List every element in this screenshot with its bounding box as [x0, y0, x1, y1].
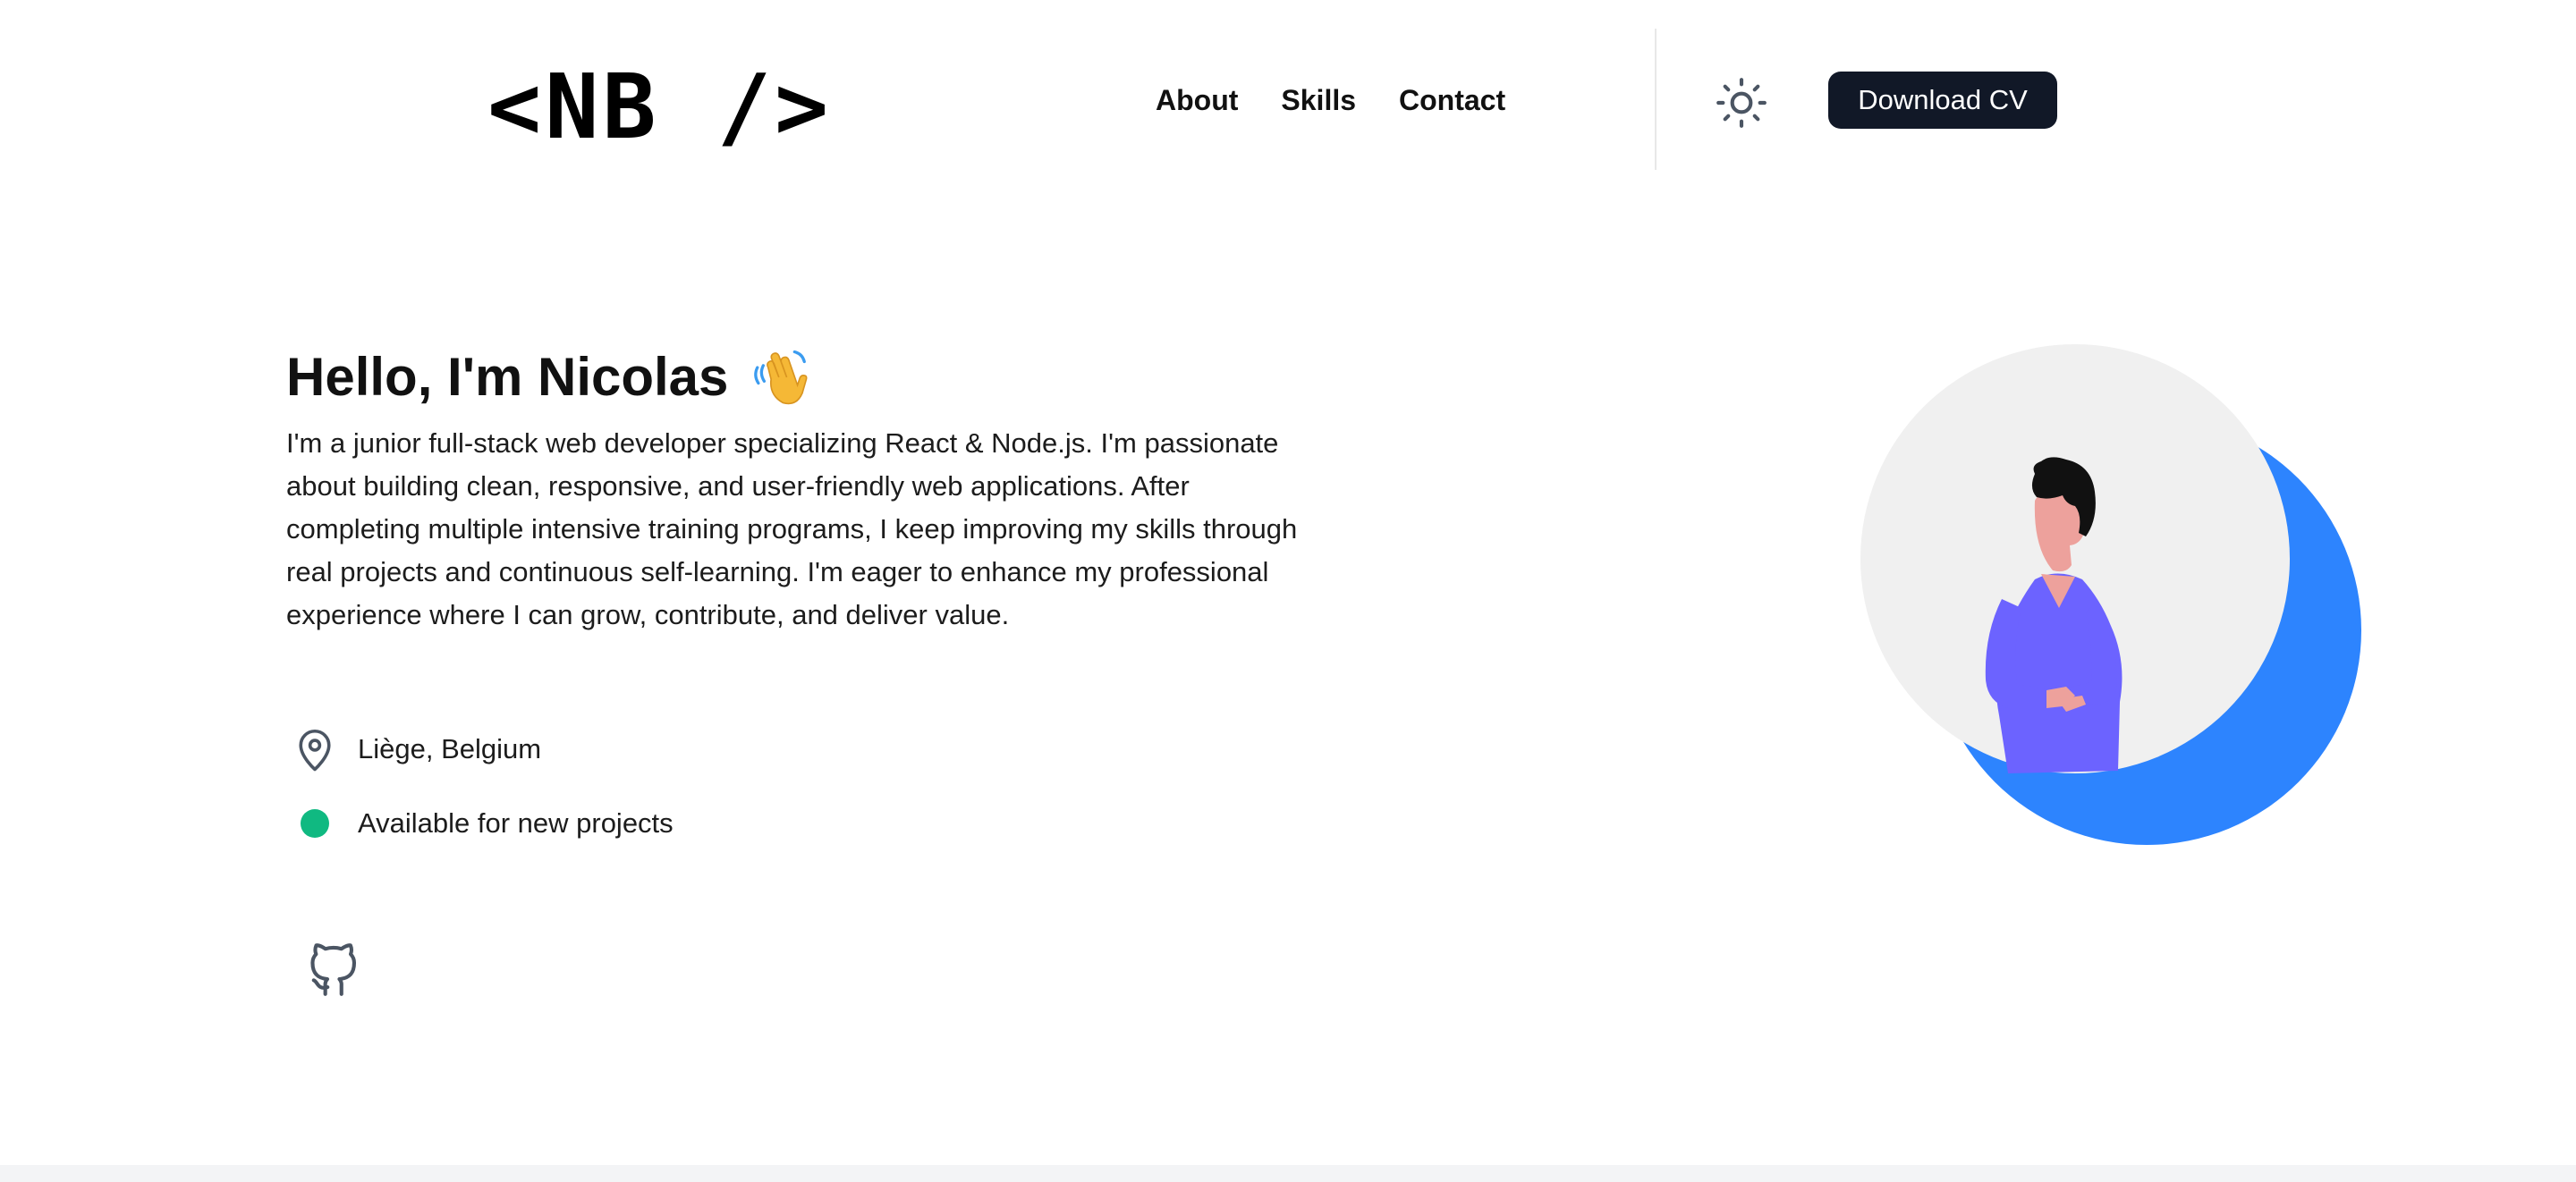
- map-pin-icon: [299, 730, 331, 772]
- availability-status-dot: [301, 809, 329, 838]
- sun-icon: [1716, 78, 1767, 128]
- hero-title: Hello, I'm Nicolas: [286, 345, 812, 409]
- site-logo[interactable]: <NB />: [487, 63, 832, 152]
- theme-toggle-button[interactable]: [1710, 72, 1773, 134]
- nav-link-contact[interactable]: Contact: [1399, 84, 1505, 117]
- nav-link-about[interactable]: About: [1156, 84, 1238, 117]
- hero-description: I'm a junior full-stack web developer sp…: [286, 427, 1298, 630]
- github-icon: [310, 943, 357, 996]
- portfolio-page: <NB /> About Skills Contact Download CV: [0, 0, 2576, 1182]
- availability-row: Available for new projects: [288, 797, 674, 850]
- hero-illustration: [1860, 344, 2361, 845]
- availability-text: Available for new projects: [358, 807, 674, 839]
- location-row: Liège, Belgium: [288, 722, 541, 776]
- github-link[interactable]: [302, 939, 367, 1003]
- main-nav: About Skills Contact: [1156, 80, 1505, 120]
- download-cv-button[interactable]: Download CV: [1828, 72, 2057, 129]
- hero-title-text: Hello, I'm Nicolas: [286, 347, 729, 407]
- nav-link-skills[interactable]: Skills: [1281, 84, 1356, 117]
- footer-strip: [0, 1165, 2576, 1182]
- header-divider: [1655, 29, 1657, 170]
- location-text: Liège, Belgium: [358, 733, 542, 764]
- waving-hand-icon: [754, 350, 808, 405]
